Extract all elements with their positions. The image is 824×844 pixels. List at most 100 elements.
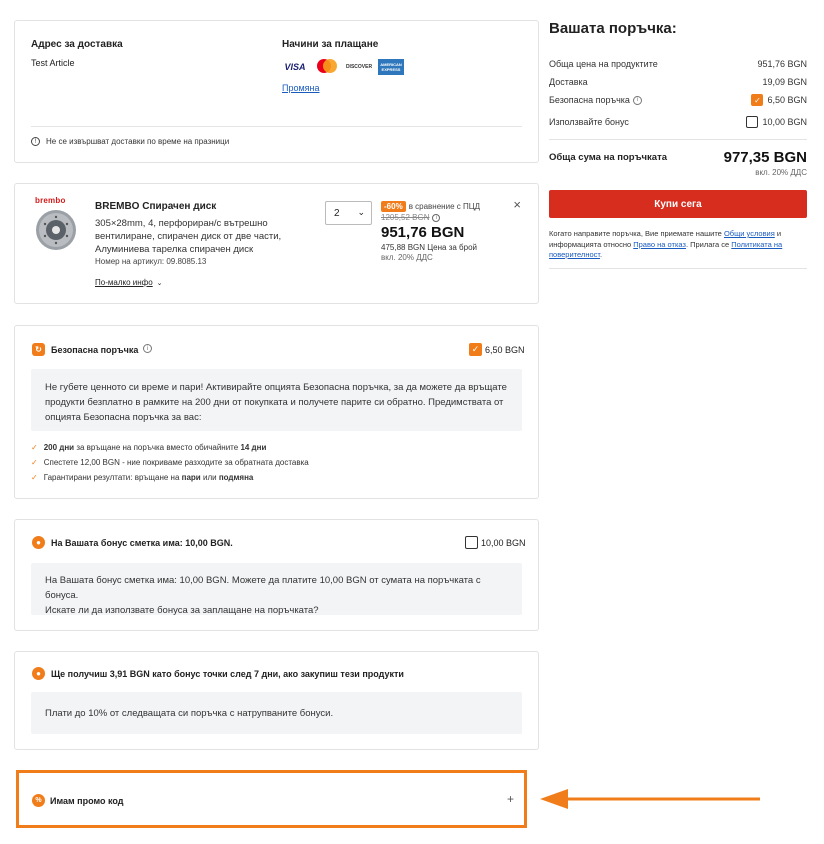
check-icon: ✓: [31, 473, 38, 482]
safe-order-text: опцията Безопасна поръчка за вас:: [45, 412, 202, 423]
address-payment-card: Адрес за доставка Test Article Начини за…: [14, 20, 539, 163]
total-label: Обща сума на поръчката: [549, 152, 667, 163]
info-icon: !: [31, 137, 40, 146]
summary-label: Доставка: [549, 77, 588, 87]
terms-text: Когато направите поръчка, Вие приемате н…: [549, 229, 807, 261]
summary-label: Използвайте бонус: [549, 117, 629, 127]
total-value: 977,35 BGN: [723, 149, 807, 166]
quantity-value: 2: [334, 207, 340, 219]
summary-value: 6,50 BGN: [767, 95, 807, 105]
summary-value: 19,09 BGN: [762, 77, 807, 87]
buy-now-button[interactable]: Купи сега: [549, 190, 807, 218]
promo-code-toggle[interactable]: % Имам промо код +: [16, 770, 527, 828]
terms-text-part: информацията относно: [549, 239, 632, 249]
promo-title: Имам промо код: [50, 796, 124, 806]
address-value: Test Article: [31, 58, 75, 68]
total-vat: вкл. 20% ДДС: [755, 168, 807, 177]
divider: [549, 268, 807, 269]
info-icon[interactable]: i: [632, 95, 642, 105]
product-name[interactable]: BREMBO Спирачен диск: [95, 201, 216, 212]
benefit-item: ✓ 200 дни за връщане на поръчка вместо об…: [31, 443, 266, 452]
benefit-item: ✓ Гарантирани резултати: връщане на пари …: [31, 473, 253, 482]
info-icon[interactable]: i: [143, 344, 152, 353]
compare-text: в сравнение с ПЦД: [408, 202, 481, 211]
benefit-bold: подмяна: [218, 473, 254, 482]
quantity-select[interactable]: 2 ⌄: [325, 201, 372, 225]
bonus-checkbox[interactable]: [465, 536, 478, 549]
safe-order-info-box: Не губете ценното си време и пари! Актив…: [31, 369, 522, 431]
change-payment-link[interactable]: Промяна: [282, 83, 320, 93]
bonus-title: На Вашата бонус сметка има: 10,00 BGN.: [51, 538, 233, 548]
plus-icon: +: [506, 792, 514, 806]
product-desc-line: 305×28mm, 4, перфориран/с вътрешно: [95, 218, 268, 229]
bonus-text: Искате ли да използвате бонуса за заплащ…: [45, 605, 319, 616]
points-text: Плати до 10% от следващата си поръчка с …: [45, 708, 334, 719]
amex-logo: AMERICAN EXPRESS: [378, 59, 404, 75]
terms-text-part: Когато направите поръчка, Вие приемате н…: [549, 229, 722, 238]
info-icon[interactable]: i: [432, 213, 441, 222]
summary-label: Обща цена на продуктите: [549, 59, 658, 69]
divider: [549, 139, 807, 140]
bonus-info-box: На Вашата бонус сметка има: 10,00 BGN. М…: [31, 563, 522, 616]
payment-logos: VISA DISCOVER AMERICAN EXPRESS: [282, 58, 404, 76]
brembo-logo: brembo: [35, 196, 66, 205]
chevron-down-icon: ⌄: [156, 279, 163, 287]
piggy-bank-icon: ●: [32, 536, 45, 549]
arrow-annotation: [540, 789, 760, 809]
less-info-toggle[interactable]: По-малко инфо ⌄: [95, 278, 163, 287]
product-price: 951,76 BGN: [381, 224, 465, 241]
brake-disc-image: [35, 209, 77, 253]
summary-label: Безопасна поръчка: [549, 95, 630, 105]
discount-line: -60% в сравнение с ПЦД: [381, 201, 480, 212]
safe-order-checkbox[interactable]: ✓: [469, 343, 482, 356]
product-desc-line: вентилиране, спирачен диск от две части,: [95, 231, 282, 242]
summary-row-delivery: Доставка 19,09 BGN: [549, 77, 807, 87]
product-description: 305×28mm, 4, перфориран/с вътрешно венти…: [95, 217, 281, 256]
visa-logo: VISA: [284, 62, 306, 72]
benefit-bold: 200 дни: [43, 443, 75, 452]
remove-item-icon[interactable]: ×: [513, 197, 521, 212]
product-desc-line: Алуминиева тарелка спирачен диск: [95, 244, 254, 255]
bonus-card: ● На Вашата бонус сметка има: 10,00 BGN.…: [14, 519, 539, 631]
divider: [31, 126, 522, 127]
withdrawal-link[interactable]: Право на отказ: [633, 240, 686, 249]
check-icon: ✓: [31, 443, 38, 452]
unit-price: 475,88 BGN Цена за брой: [381, 243, 477, 252]
product-vat: вкл. 20% ДДС: [381, 253, 433, 262]
piggy-bank-icon: ●: [32, 667, 45, 680]
benefit-text: Гарантирани резултати: връщане на: [43, 473, 180, 482]
points-info-box: Плати до 10% от следващата си поръчка с …: [31, 692, 522, 734]
summary-row-bonus: Използвайте бонус 10,00 BGN: [549, 116, 807, 128]
discover-logo: DISCOVER: [345, 64, 373, 70]
terms-text-part: . Прилага се: [685, 239, 730, 249]
bonus-summary-checkbox[interactable]: [746, 116, 759, 128]
holiday-notice-text: Не се извършват доставки по време на пра…: [46, 137, 230, 146]
summary-row-products: Обща цена на продуктите 951,76 BGN: [549, 59, 807, 69]
benefit-bold: 14 дни: [240, 443, 267, 452]
chevron-down-icon: ⌄: [357, 207, 365, 217]
check-icon: ✓: [31, 458, 38, 467]
summary-row-safe-order: Безопасна поръчка i ✓ 6,50 BGN: [549, 94, 807, 106]
safe-order-summary-checkbox[interactable]: ✓: [751, 94, 764, 106]
article-number: Номер на артикул: 09.8085.13: [95, 257, 207, 266]
address-title: Адрес за доставка: [31, 39, 123, 50]
benefit-text: или: [202, 473, 217, 482]
discount-badge: -60%: [381, 201, 406, 212]
payment-title: Начини за плащане: [282, 39, 379, 50]
summary-value: 951,76 BGN: [757, 59, 807, 69]
terms-link[interactable]: Общи условия: [724, 229, 775, 238]
bonus-text: На Вашата бонус сметка има: 10,00 BGN. М…: [45, 575, 481, 601]
old-price: 1205,52 BGN: [381, 213, 430, 222]
bonus-points-card: ● Ще получиш 3,91 BGN като бонус точки с…: [14, 651, 539, 750]
safe-order-price: 6,50 BGN: [485, 345, 525, 355]
summary-value: 10,00 BGN: [762, 117, 807, 127]
summary-title: Вашата поръчка:: [549, 20, 677, 37]
mastercard-logo: [314, 58, 340, 76]
safe-order-text: Не губете ценното си време и пари! Актив…: [45, 382, 507, 393]
holiday-notice: ! Не се извършват доставки по време на п…: [31, 137, 229, 146]
safe-order-text: продукти безплатно в рамките на 200 дни …: [45, 397, 504, 408]
old-price-line: 1205,52 BGN i: [381, 213, 441, 222]
benefit-bold: пари: [181, 473, 201, 482]
percent-icon: %: [32, 794, 45, 807]
benefit-item: ✓ Спестете 12,00 BGN - ние покриваме разх…: [31, 458, 309, 467]
